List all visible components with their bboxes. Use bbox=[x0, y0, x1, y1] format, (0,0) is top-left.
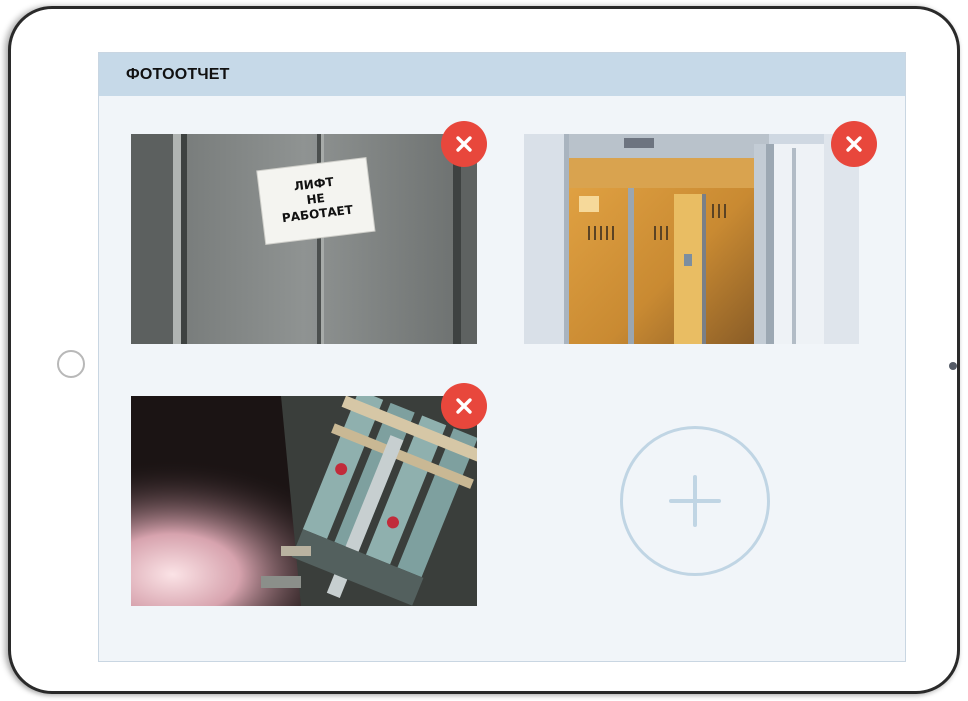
close-icon bbox=[456, 398, 472, 414]
delete-photo-3-button[interactable] bbox=[441, 383, 487, 429]
delete-photo-2-button[interactable] bbox=[831, 121, 877, 167]
panel-title: ФОТООТЧЕТ bbox=[126, 65, 230, 83]
elevator-door-photo: ЛИФТ НЕ РАБОТАЕТ bbox=[131, 134, 477, 344]
photo-thumbnail-3[interactable] bbox=[131, 383, 487, 606]
close-icon bbox=[456, 136, 472, 152]
elevator-relays-photo bbox=[131, 396, 477, 606]
photo-thumbnail-2[interactable] bbox=[524, 121, 877, 344]
delete-photo-1-button[interactable] bbox=[441, 121, 487, 167]
home-button[interactable] bbox=[57, 350, 85, 378]
photo-thumbnail-1[interactable]: ЛИФТ НЕ РАБОТАЕТ bbox=[131, 121, 487, 344]
panel-header: ФОТООТЧЕТ bbox=[99, 53, 905, 96]
elevator-cabin-photo bbox=[524, 134, 859, 344]
add-photo-button[interactable] bbox=[620, 426, 770, 576]
camera-dot bbox=[949, 362, 957, 370]
plus-icon bbox=[669, 475, 721, 527]
close-icon bbox=[846, 136, 862, 152]
sign-line-2: НЕ bbox=[306, 191, 326, 207]
